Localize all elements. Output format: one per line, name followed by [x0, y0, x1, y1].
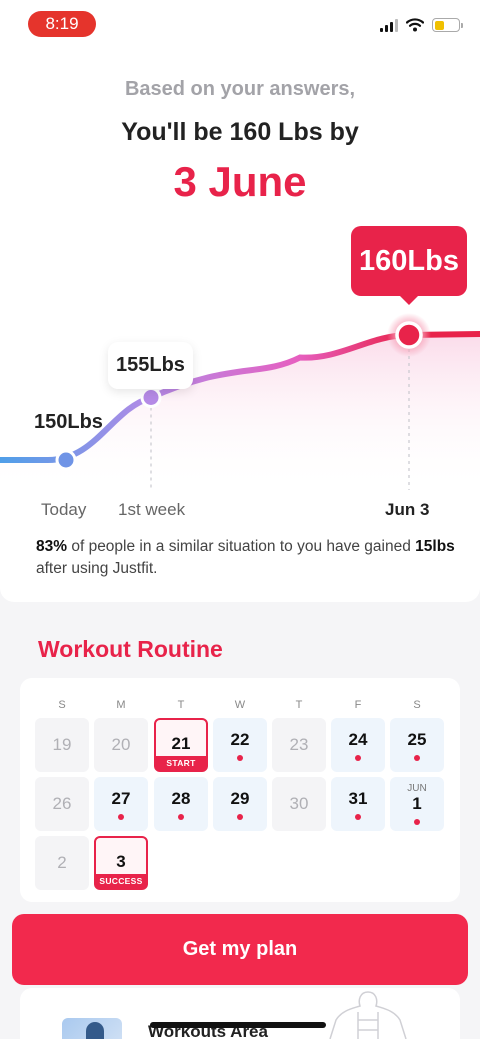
month-label: JUN: [407, 782, 427, 794]
status-icons: [380, 18, 463, 32]
wifi-icon: [406, 18, 424, 32]
workout-dot-icon: [118, 813, 124, 820]
day-number: 26: [52, 794, 72, 813]
target-date: 3 June: [173, 158, 307, 205]
calendar-day-2[interactable]: 2: [35, 836, 89, 890]
day-number: 3: [116, 852, 126, 871]
cellular-signal-icon: [380, 18, 398, 32]
workout-dot-icon: [414, 818, 420, 825]
calendar-day-29[interactable]: 29: [213, 777, 267, 831]
day-number: 22: [230, 729, 250, 749]
routine-title: Workout Routine: [38, 636, 223, 662]
calendar-day-26[interactable]: 26: [35, 777, 89, 831]
chart-label-1st-week: 155Lbs: [108, 342, 193, 389]
plan-summary-screen: 8:19 Based on your answers, You'll be 16…: [0, 0, 480, 1039]
day-number: 28: [171, 788, 191, 808]
calendar-day-30[interactable]: 30: [272, 777, 326, 831]
status-bar: 8:19: [0, 0, 480, 48]
battery-icon: [432, 18, 463, 32]
body-outline-icon: [329, 991, 407, 1039]
weekday-header: M: [116, 699, 126, 711]
day-number: 20: [111, 735, 131, 754]
weekday-header: F: [354, 699, 362, 711]
subtitle: Based on your answers,: [124, 78, 356, 100]
workout-dot-icon: [355, 813, 361, 820]
workout-thumbnail: [62, 1018, 122, 1039]
day-tag: SUCCESS: [96, 874, 146, 888]
home-indicator: [150, 1022, 326, 1028]
workout-dot-icon: [237, 754, 243, 761]
stat-amount: 15lbs: [415, 538, 455, 555]
headline: You'll be 160 Lbs by: [121, 118, 359, 146]
calendar-day-28[interactable]: 28: [154, 777, 208, 831]
calendar-day-1[interactable]: JUN 1: [390, 777, 444, 831]
chart-label-today: 150Lbs: [34, 411, 103, 433]
calendar-day-25[interactable]: 25: [390, 718, 444, 772]
stat-text-1: of people in a similar situation to you …: [67, 538, 416, 555]
x-tick-1st-week: 1st week: [118, 500, 186, 519]
day-tag: START: [156, 756, 206, 770]
day-number: 24: [348, 729, 368, 749]
calendar-day-21[interactable]: 21 START: [154, 718, 208, 772]
calendar-day-23[interactable]: 23: [272, 718, 326, 772]
calendar-day-22[interactable]: 22: [213, 718, 267, 772]
weekday-header: S: [413, 699, 421, 711]
day-number: 30: [289, 794, 309, 813]
calendar-day-3[interactable]: 3 SUCCESS: [94, 836, 148, 890]
stat-text-2: after using Justfit.: [36, 560, 158, 577]
workout-dot-icon: [414, 754, 420, 761]
chart-point-today: [55, 449, 77, 471]
day-number: 23: [289, 735, 309, 754]
calendar-day-19[interactable]: 19: [35, 718, 89, 772]
calendar-day-20[interactable]: 20: [94, 718, 148, 772]
day-number: 19: [52, 735, 72, 754]
workout-dot-icon: [237, 813, 243, 820]
status-time: 8:19: [28, 11, 96, 37]
weekday-header: S: [58, 699, 66, 711]
workout-dot-icon: [178, 813, 184, 820]
stat-percent: 83%: [36, 538, 68, 555]
chart-point-1st-week: [140, 387, 162, 408]
workout-dot-icon: [355, 754, 361, 761]
calendar-day-24[interactable]: 24: [331, 718, 385, 772]
success-stat: 83% of people in a similar situation to …: [36, 536, 456, 580]
chart-label-jun-3: 160Lbs: [351, 226, 467, 305]
weekday-header: T: [177, 699, 185, 711]
day-number: 29: [230, 788, 250, 808]
get-my-plan-button[interactable]: Get my plan: [12, 914, 468, 985]
weekday-header: T: [295, 699, 303, 711]
chart-point-jun-3: [395, 321, 423, 349]
day-number: 21: [171, 734, 191, 753]
weekday-header: W: [234, 699, 246, 711]
x-tick-jun-3: Jun 3: [385, 500, 430, 519]
calendar-day-27[interactable]: 27: [94, 777, 148, 831]
day-number: 31: [348, 788, 368, 808]
day-number: 1: [412, 793, 422, 813]
projection-card: 8:19 Based on your answers, You'll be 16…: [0, 0, 480, 602]
day-number: 27: [111, 788, 131, 808]
x-tick-today: Today: [41, 500, 87, 519]
day-number: 2: [57, 853, 67, 872]
day-number: 25: [407, 729, 427, 749]
calendar-day-31[interactable]: 31: [331, 777, 385, 831]
